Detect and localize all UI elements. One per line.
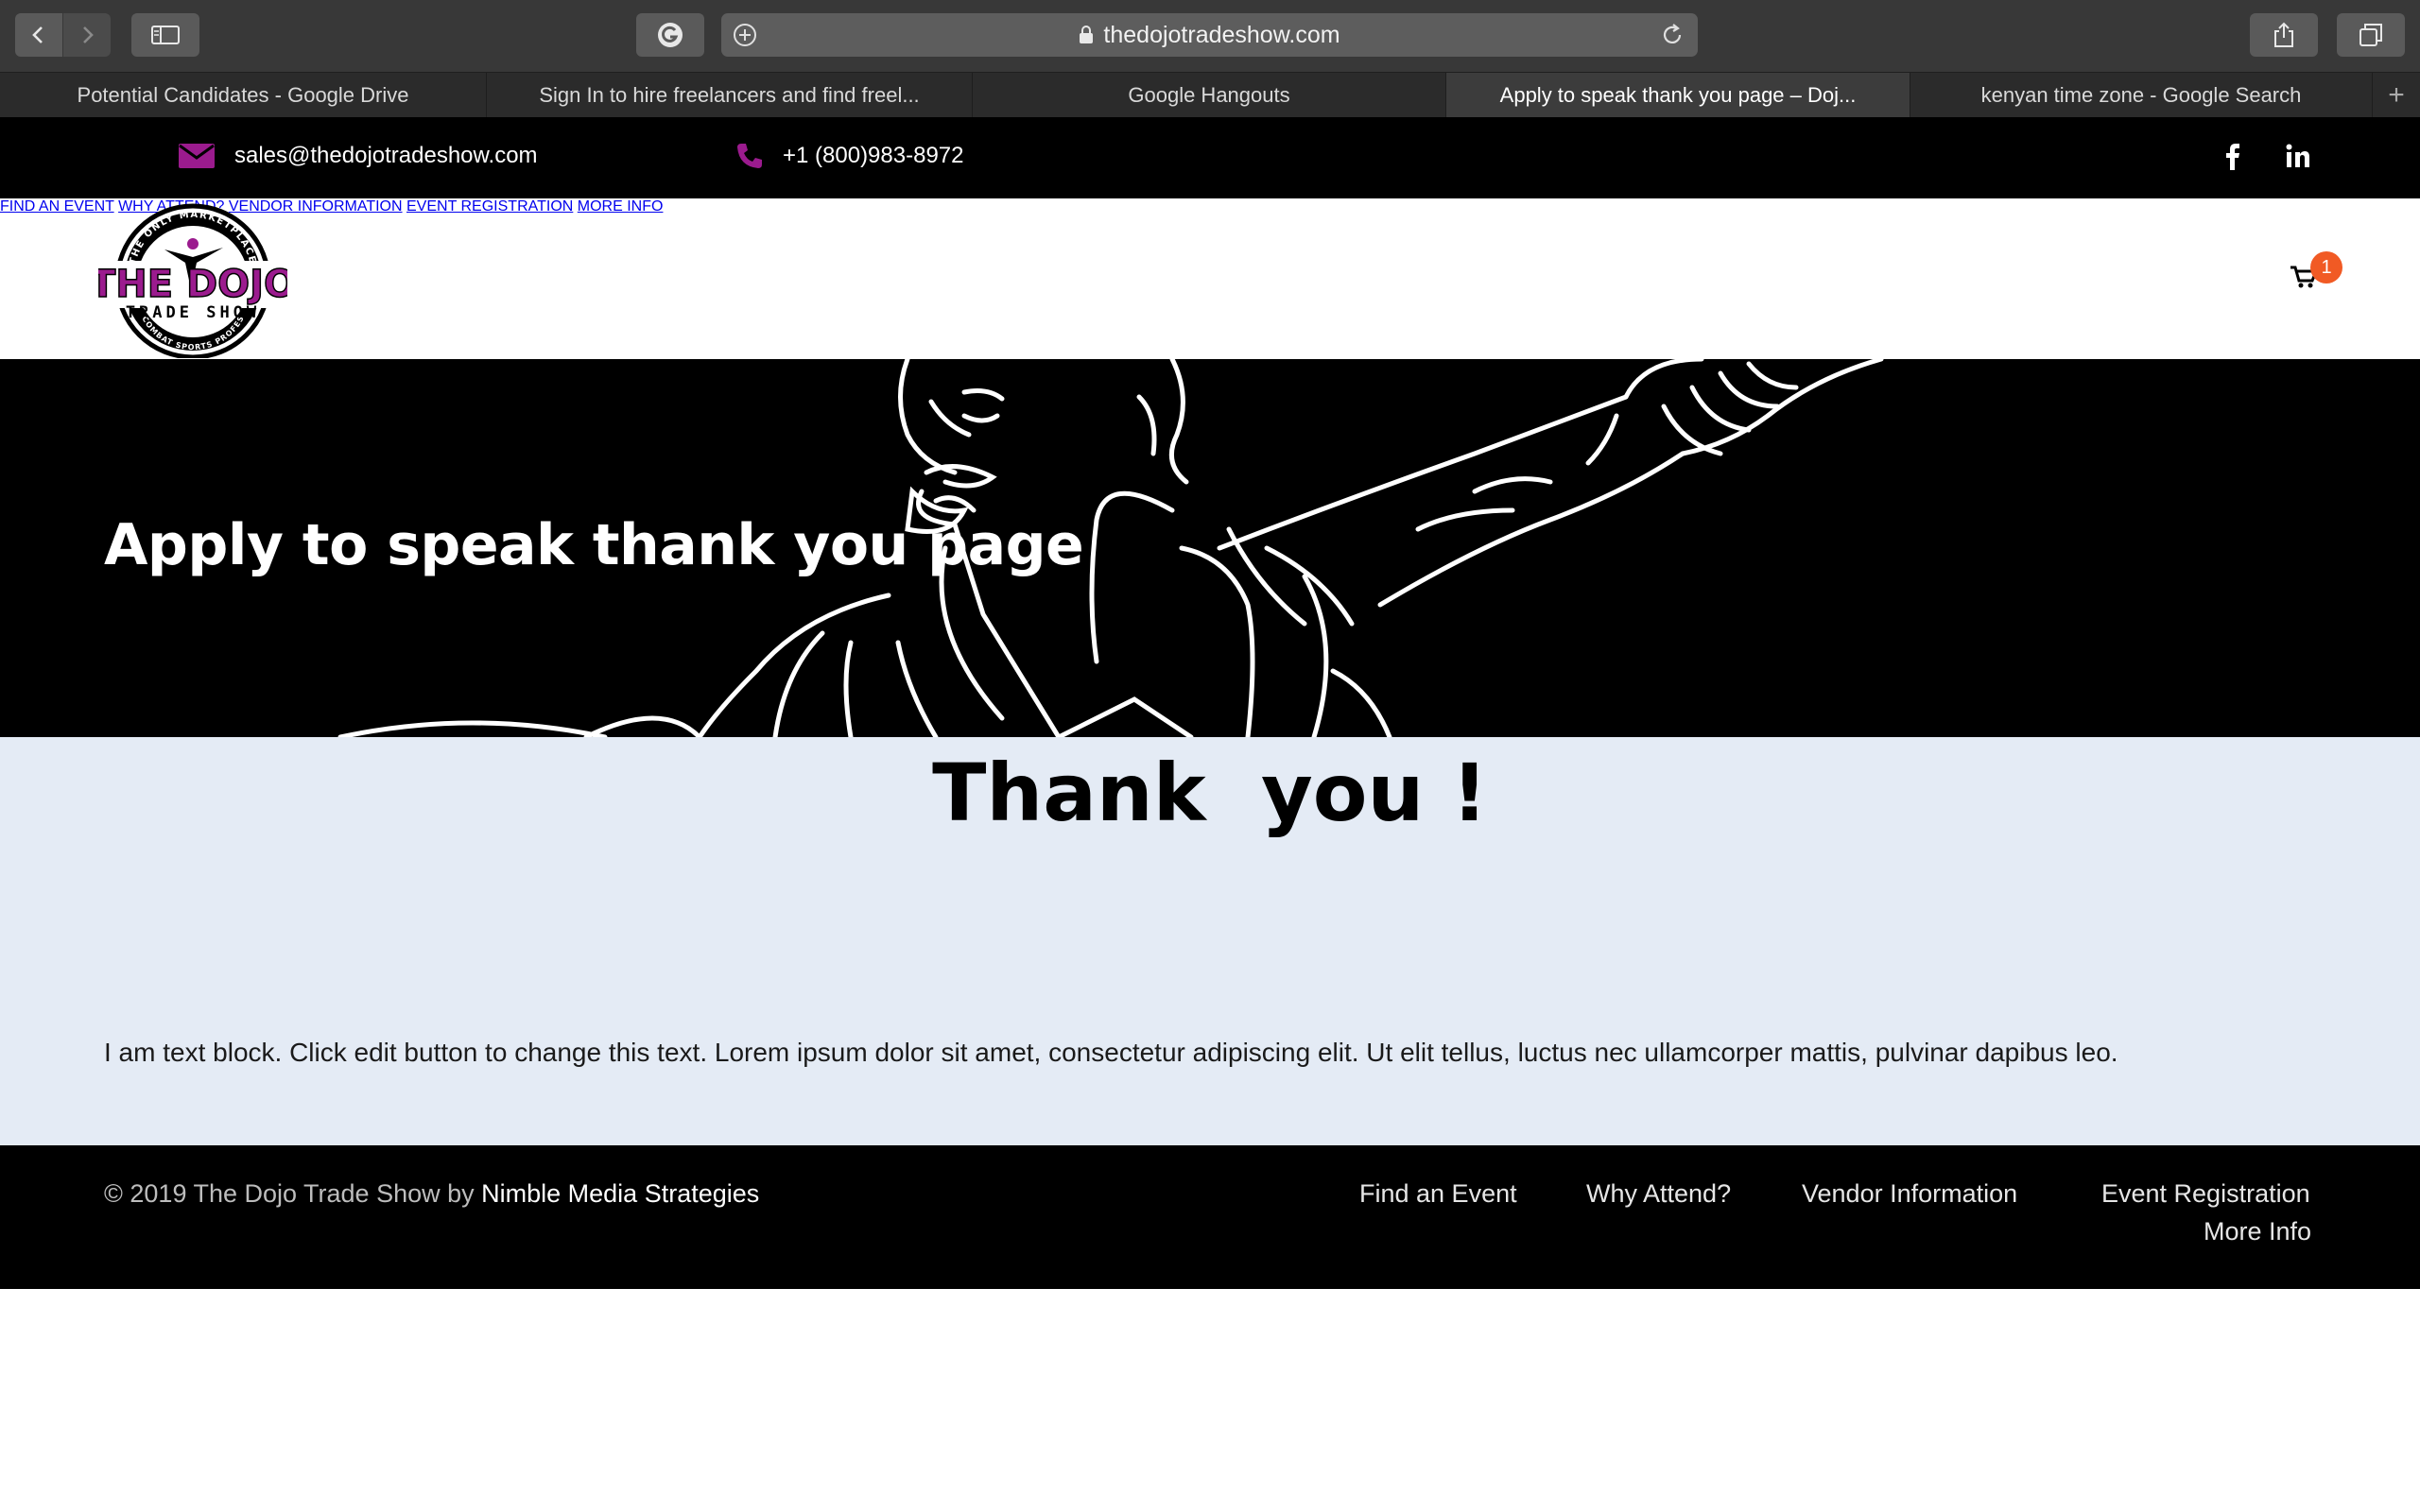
footer-link-find-an-event[interactable]: Find an Event	[1359, 1179, 1517, 1209]
linkedin-icon[interactable]	[2286, 144, 2310, 173]
tab-overview-button[interactable]	[2337, 13, 2405, 57]
tab-item[interactable]: Google Hangouts	[973, 73, 1446, 118]
site-header: THE ONLY MARKETPLACE FOR COMBAT SPORTS P…	[0, 198, 2420, 359]
share-icon	[2274, 22, 2293, 47]
tab-label: Potential Candidates - Google Drive	[77, 83, 409, 107]
email-contact[interactable]: sales@thedojotradeshow.com	[178, 142, 538, 170]
svg-text:TRADE SHOW: TRADE SHOW	[126, 303, 260, 322]
tab-label: kenyan time zone - Google Search	[1980, 83, 2302, 107]
thank-you-heading: Thank you !	[932, 747, 1488, 839]
grammarly-extension-button[interactable]	[636, 13, 704, 57]
tab-label: Apply to speak thank you page – Doj...	[1499, 83, 1857, 107]
footer-link-vendor-information[interactable]: Vendor Information	[1802, 1179, 2017, 1209]
browser-toolbar: thedojotradeshow.com	[0, 0, 2420, 72]
content-section: Thank you ! I am text block. Click edit …	[0, 737, 2420, 1145]
email-icon	[179, 144, 215, 168]
address-bar[interactable]: thedojotradeshow.com	[721, 13, 1698, 57]
chevron-right-icon	[83, 26, 94, 43]
email-text[interactable]: sales@thedojotradeshow.com	[234, 143, 538, 169]
dojo-logo[interactable]: THE ONLY MARKETPLACE FOR COMBAT SPORTS P…	[98, 202, 287, 358]
forward-button[interactable]	[63, 13, 111, 57]
footer-link-why-attend[interactable]: Why Attend?	[1586, 1179, 1731, 1209]
chevron-left-icon	[32, 26, 43, 43]
sidebar-icon	[151, 26, 180, 44]
main-nav: FIND AN EVENT WHY ATTEND? VENDOR INFORMA…	[0, 198, 2420, 215]
url-text: thedojotradeshow.com	[1103, 21, 1340, 48]
page-title: Apply to speak thank you page	[104, 512, 1084, 578]
sidebar-toggle-button[interactable]	[131, 13, 199, 57]
grammarly-icon	[658, 23, 683, 47]
contact-bar: sales@thedojotradeshow.com +1 (800)983-8…	[0, 117, 2420, 198]
tab-item[interactable]: Sign In to hire freelancers and find fre…	[487, 73, 973, 118]
tabs-icon	[2360, 24, 2382, 46]
copyright-text: © 2019 The Dojo Trade Show by	[104, 1179, 482, 1208]
tab-label: Sign In to hire freelancers and find fre…	[539, 83, 920, 107]
phone-icon	[737, 144, 762, 168]
tab-item[interactable]: kenyan time zone - Google Search	[1910, 73, 2373, 118]
share-button[interactable]	[2250, 13, 2318, 57]
tab-item[interactable]: Potential Candidates - Google Drive	[0, 73, 487, 118]
page-blank-area	[0, 1289, 2420, 1512]
back-button[interactable]	[15, 13, 62, 57]
svg-text:THE DOJO: THE DOJO	[98, 263, 287, 306]
footer-link-more-info[interactable]: More Info	[2204, 1217, 2311, 1246]
tab-bar: Potential Candidates - Google Drive Sign…	[0, 72, 2420, 118]
nav-event-registration[interactable]: EVENT REGISTRATION	[406, 198, 573, 215]
phone-text[interactable]: +1 (800)983-8972	[783, 143, 963, 169]
cart-count-badge: 1	[2310, 251, 2342, 284]
nav-find-an-event[interactable]: FIND AN EVENT	[0, 198, 114, 215]
hero-banner: Apply to speak thank you page	[0, 359, 2420, 737]
agency-link[interactable]: Nimble Media Strategies	[481, 1179, 759, 1208]
site-footer: © 2019 The Dojo Trade Show by Nimble Med…	[0, 1145, 2420, 1289]
text-block: I am text block. Click edit button to ch…	[104, 1038, 2118, 1067]
new-tab-plus-icon[interactable]	[733, 23, 757, 54]
lock-icon	[1079, 26, 1094, 44]
facebook-icon[interactable]	[2225, 144, 2240, 175]
nav-more-info[interactable]: MORE INFO	[578, 198, 664, 215]
reload-icon[interactable]	[1660, 23, 1685, 54]
footer-link-event-registration[interactable]: Event Registration	[2101, 1179, 2310, 1209]
copyright: © 2019 The Dojo Trade Show by Nimble Med…	[104, 1179, 759, 1209]
add-tab-button[interactable]: +	[2373, 73, 2420, 117]
phone-contact[interactable]: +1 (800)983-8972	[735, 142, 963, 170]
tab-label: Google Hangouts	[1128, 83, 1290, 107]
tab-item-active[interactable]: Apply to speak thank you page – Doj...	[1446, 73, 1910, 118]
